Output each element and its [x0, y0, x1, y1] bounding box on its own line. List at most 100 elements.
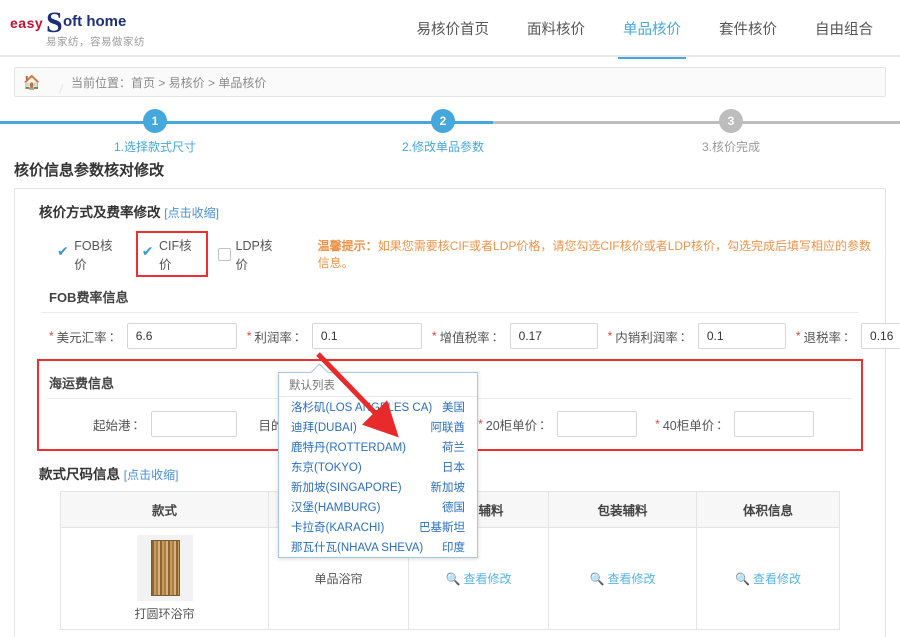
port-option-country: 美国 — [442, 402, 465, 414]
port-option-name: 东京(TOKYO) — [291, 462, 362, 474]
cell-style: 打圆环浴帘 — [60, 527, 269, 630]
cell-volume-info: 🔍 查看修改 — [696, 527, 840, 630]
required-marker: * — [431, 329, 437, 343]
nav-item-fabric-pricing[interactable]: 面料核价 — [508, 0, 604, 57]
page-title: 核价信息参数核对修改 — [14, 162, 165, 179]
fob-divider — [41, 312, 859, 313]
tip-prefix: 温馨提示： — [317, 239, 378, 253]
port-option-hamburg[interactable]: 汉堡(HAMBURG) 德国 — [279, 497, 477, 517]
colon: ： — [108, 329, 121, 344]
port-option-name: 那瓦什瓦(NHAVA SHEVA) — [291, 542, 424, 554]
pricing-collapse-link[interactable]: [点击收缩] — [164, 206, 219, 220]
accessory-view-edit-label: 查看修改 — [463, 572, 512, 586]
colon: ： — [843, 329, 856, 344]
port-option-singapore[interactable]: 新加坡(SINGAPORE) 新加坡 — [279, 477, 477, 497]
port-option-dubai[interactable]: 迪拜(DUBAI) 阿联酋 — [279, 417, 477, 437]
field-origin-port-label: 起始港 — [93, 418, 131, 433]
port-option-country: 阿联酋 — [430, 422, 466, 434]
port-option-country: 德国 — [442, 502, 465, 514]
accessory-view-edit-link[interactable]: 🔍 查看修改 — [446, 572, 512, 586]
product-thumbnail[interactable] — [136, 535, 193, 601]
pricing-mode-checkboxes: FOB核价 CIF核价 LDP核价 温馨提示：如果您需要核CIF或者LDP价格，… — [27, 221, 873, 281]
required-marker: * — [795, 329, 801, 343]
step-indicator: 1 1.选择款式尺寸 2 2.修改单品参数 3 3.核价完成 — [0, 109, 900, 157]
packing-view-edit-label: 查看修改 — [607, 572, 656, 586]
breadcrumb: 🏠 当前位置：首页 > 易核价 > 单品核价 — [14, 67, 886, 97]
checkbox-ldp[interactable]: LDP核价 — [218, 235, 281, 273]
field-tax-refund-rate-label: 退税率 — [803, 330, 841, 345]
nav-item-free-combo[interactable]: 自由组合 — [796, 0, 892, 57]
logo-softhome-text: oft home — [63, 13, 127, 30]
field-origin-port: 起始港 ： — [93, 411, 237, 437]
checkbox-ldp-label: LDP核价 — [235, 239, 273, 272]
th-volume-info: 体积信息 — [696, 491, 840, 528]
required-marker: * — [607, 329, 613, 343]
field-price-20-input[interactable] — [557, 411, 638, 437]
port-option-country: 印度 — [442, 542, 465, 554]
breadcrumb-text: 当前位置：首页 > 易核价 > 单品核价 — [71, 75, 267, 90]
field-vat-rate: * 增值税率 ： 0.17 — [432, 323, 598, 349]
cell-packing-accessory: 🔍 查看修改 — [548, 527, 697, 630]
th-packing-accessory: 包装辅料 — [548, 491, 697, 528]
colon: ： — [132, 417, 145, 432]
field-domestic-profit-rate: * 内销利润率 ： 0.1 — [608, 323, 786, 349]
field-origin-port-input[interactable] — [150, 411, 237, 437]
field-profit-rate-input[interactable]: 0.1 — [311, 323, 422, 349]
port-option-name: 迪拜(DUBAI) — [291, 422, 357, 434]
shower-curtain-image — [150, 540, 180, 596]
field-vat-rate-input[interactable]: 0.17 — [509, 323, 598, 349]
port-option-country: 荷兰 — [442, 442, 465, 454]
fob-section-title: FOB费率信息 — [49, 290, 129, 305]
field-usd-rate: * 美元汇率 ： 6.6 — [49, 323, 237, 349]
breadcrumb-separator — [49, 68, 63, 97]
required-marker: * — [246, 329, 252, 343]
nav-item-home[interactable]: 易核价首页 — [398, 0, 509, 57]
field-usd-rate-input[interactable]: 6.6 — [126, 323, 237, 349]
port-dropdown[interactable]: 默认列表 洛杉矶(LOS ANGELES CA) 美国 迪拜(DUBAI) 阿联… — [278, 372, 478, 558]
site-header: easy S oft home 易家纺，容易做家纺 易核价首页 面料核价 单品核… — [0, 0, 900, 59]
port-option-name: 汉堡(HAMBURG) — [291, 502, 381, 514]
step-3[interactable]: 3 3.核价完成 — [631, 109, 831, 155]
field-tax-refund-rate-input[interactable]: 0.16 — [861, 323, 900, 349]
step-1[interactable]: 1 1.选择款式尺寸 — [55, 109, 255, 155]
home-icon[interactable]: 🏠 — [15, 74, 49, 91]
fob-fields-row: * 美元汇率 ： 6.6 * 利润率 ： 0.1 * 增值税率 ： 0.17 *… — [27, 323, 900, 355]
port-option-los-angeles[interactable]: 洛杉矶(LOS ANGELES CA) 美国 — [279, 397, 477, 417]
check-icon-ldp — [218, 247, 231, 261]
site-logo[interactable]: easy S oft home 易家纺，容易做家纺 — [10, 6, 210, 51]
size-collapse-link[interactable]: [点击收缩] — [124, 468, 179, 482]
pricing-section-title: 核价方式及费率修改 [点击收缩] — [27, 201, 873, 221]
colon: ： — [491, 329, 504, 344]
checkbox-cif[interactable]: CIF核价 — [141, 235, 202, 273]
nav-item-single-pricing[interactable]: 单品核价 — [604, 0, 700, 59]
field-usd-rate-label: 美元汇率 — [56, 330, 107, 345]
magnifier-icon: 🔍 — [735, 572, 750, 586]
magnifier-icon: 🔍 — [589, 572, 605, 586]
colon: ： — [293, 329, 306, 344]
step-3-label: 3.核价完成 — [701, 140, 760, 154]
packing-view-edit-link[interactable]: 🔍 查看修改 — [590, 572, 656, 586]
step-2[interactable]: 2 2.修改单品参数 — [343, 109, 543, 155]
port-option-tokyo[interactable]: 东京(TOKYO) 日本 — [279, 457, 477, 477]
port-option-nhava-sheva[interactable]: 那瓦什瓦(NHAVA SHEVA) 印度 — [279, 537, 477, 557]
port-option-karachi[interactable]: 卡拉奇(KARACHI) 巴基斯坦 — [279, 517, 477, 537]
tip-text: 温馨提示：如果您需要核CIF或者LDP价格，请您勾选CIF核价或者LDP核价，勾… — [318, 237, 873, 271]
tip-body: 如果您需要核CIF或者LDP价格，请您勾选CIF核价或者LDP核价，勾选完成后填… — [317, 239, 872, 270]
field-price-20-label: 20柜单价 — [485, 418, 538, 433]
nav-item-set-pricing[interactable]: 套件核价 — [700, 0, 796, 57]
port-option-rotterdam[interactable]: 鹿特丹(ROTTERDAM) 荷兰 — [279, 437, 477, 457]
field-tax-refund-rate: * 退税率 ： 0.16 — [796, 323, 900, 349]
magnifier-icon: 🔍 — [445, 572, 461, 586]
size-section-title-text: 款式尺码信息 — [39, 467, 120, 482]
colon: ： — [539, 417, 552, 432]
field-price-20: * 20柜单价 ： — [478, 411, 638, 437]
field-domestic-profit-rate-input[interactable]: 0.1 — [697, 323, 786, 349]
colon: ： — [716, 417, 729, 432]
field-vat-rate-label: 增值税率 — [439, 330, 490, 345]
port-option-name: 新加坡(SINGAPORE) — [291, 482, 402, 494]
logo-slogan: 易家纺，容易做家纺 — [46, 36, 145, 48]
checkbox-fob[interactable]: FOB核价 — [57, 235, 122, 273]
step-1-label: 1.选择款式尺寸 — [113, 140, 196, 154]
volume-view-edit-link[interactable]: 🔍 查看修改 — [735, 572, 801, 586]
field-price-40-input[interactable] — [734, 411, 815, 437]
